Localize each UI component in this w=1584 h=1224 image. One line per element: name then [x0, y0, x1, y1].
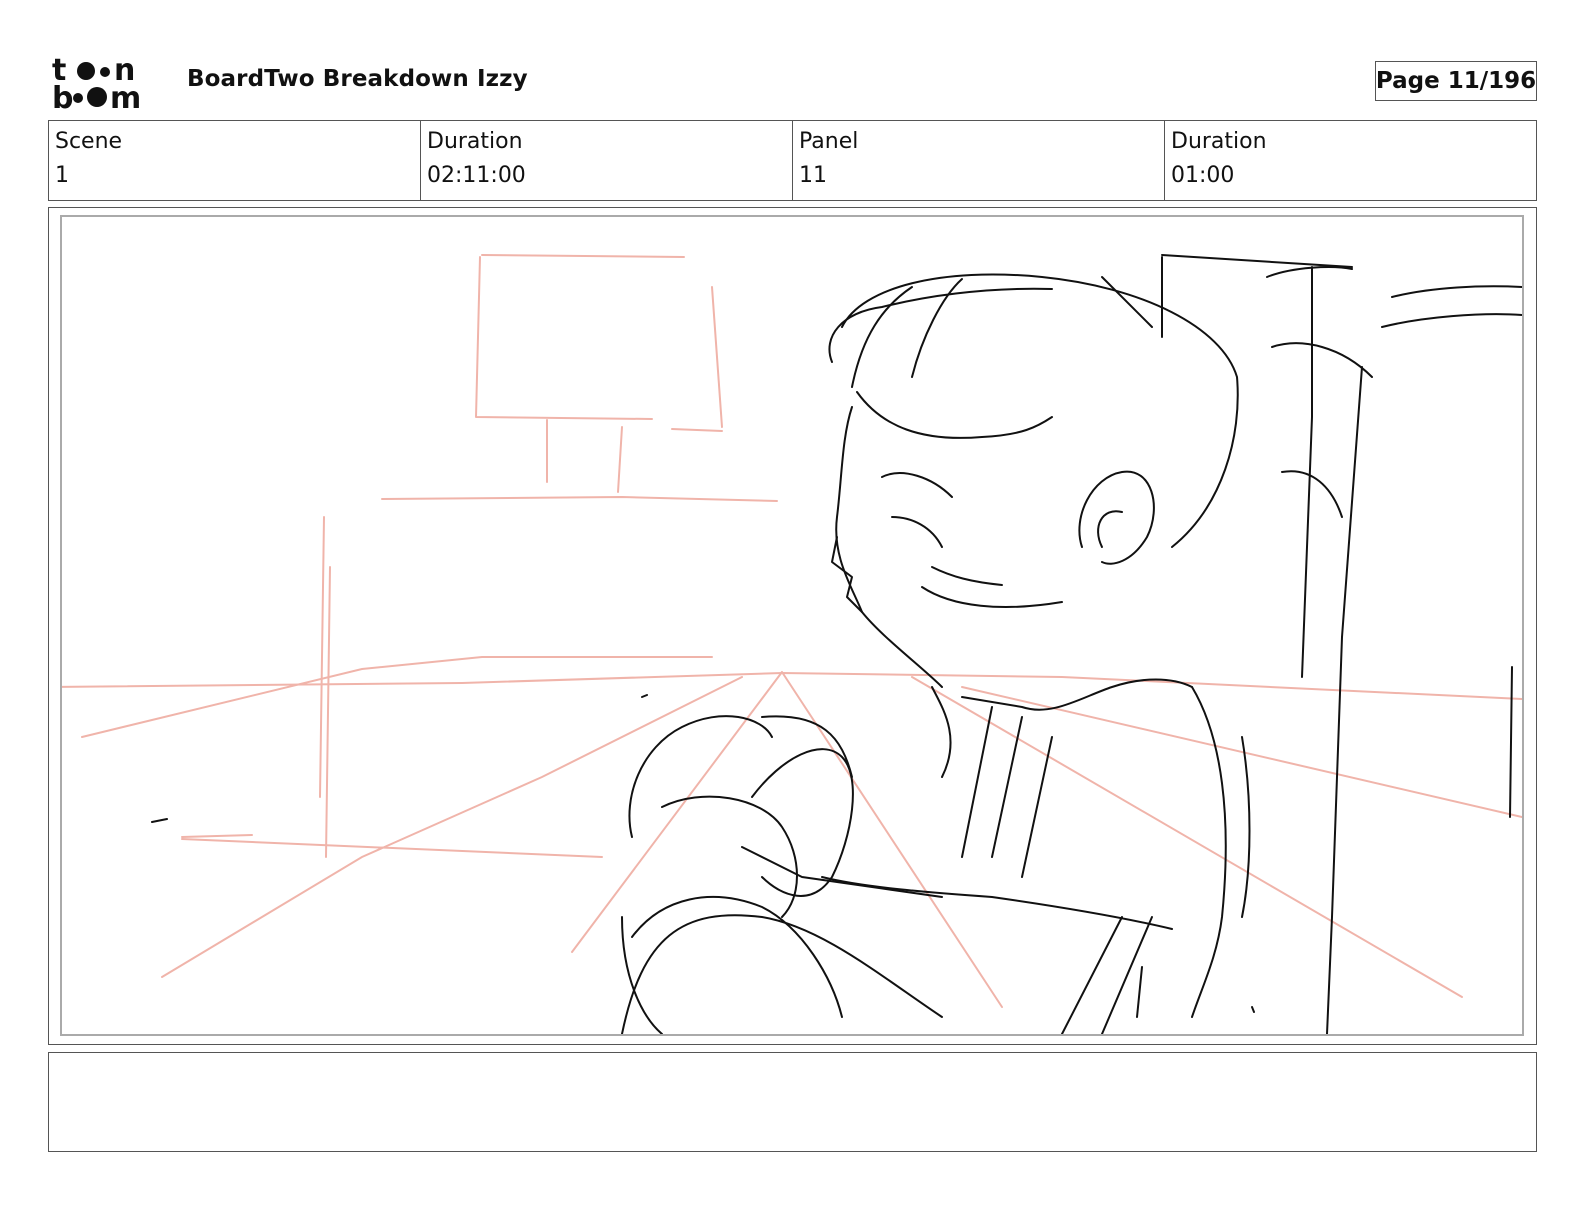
page-indicator: Page 11/196 — [1375, 61, 1537, 101]
storyboard-panel — [48, 207, 1537, 1045]
svg-text:m: m — [110, 81, 141, 112]
scene-cell: Scene 1 — [49, 121, 421, 200]
scene-duration-label: Duration — [427, 129, 523, 154]
panel-cell: Panel 11 — [793, 121, 1165, 200]
panel-image-area — [60, 215, 1524, 1036]
svg-text:b: b — [52, 81, 73, 112]
sketch-lines — [151, 254, 1522, 1034]
panel-duration-cell: Duration 01:00 — [1165, 121, 1536, 200]
panel-value: 11 — [799, 163, 827, 188]
toonboom-logo: t n b m — [52, 52, 164, 116]
page-number: 11/196 — [1447, 68, 1537, 94]
panel-info-table: Scene 1 Duration 02:11:00 Panel 11 Durat… — [48, 120, 1537, 201]
panel-duration-label: Duration — [1171, 129, 1267, 154]
scene-value: 1 — [55, 163, 69, 188]
scene-duration-cell: Duration 02:11:00 — [421, 121, 793, 200]
panel-label: Panel — [799, 129, 859, 154]
page-label: Page — [1375, 68, 1440, 94]
project-title: BoardTwo Breakdown Izzy — [187, 66, 528, 92]
panel-notes-box — [48, 1052, 1537, 1152]
scene-duration-value: 02:11:00 — [427, 163, 526, 188]
scene-label: Scene — [55, 129, 123, 154]
rough-sketch-image — [62, 254, 1522, 1034]
panel-duration-value: 01:00 — [1171, 163, 1235, 188]
